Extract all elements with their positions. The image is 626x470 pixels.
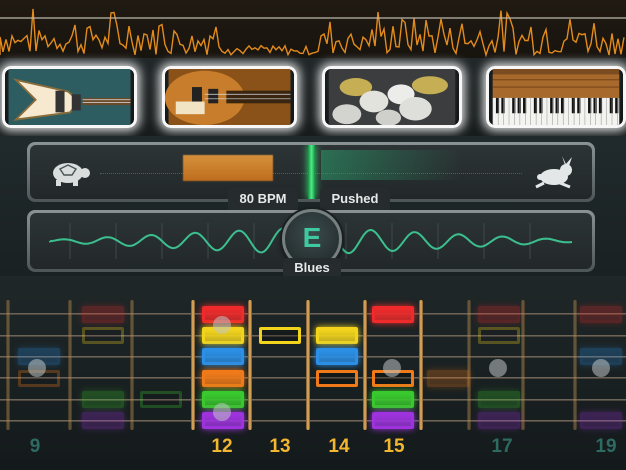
fret-bar-1: [6, 300, 10, 430]
bass-icon: [165, 69, 291, 125]
fret-marker-dot: [213, 403, 231, 421]
fret-note-purple[interactable]: [580, 412, 622, 429]
waveform-line: [0, 8, 625, 58]
string-4: [0, 377, 626, 379]
guitar-icon: [8, 69, 131, 125]
turtle-icon: [53, 163, 90, 186]
fret-note-orange[interactable]: [316, 370, 358, 387]
keyboard-icon: [492, 69, 620, 125]
fret-number-9: 9: [29, 436, 41, 457]
audio-waveform: [0, 0, 626, 60]
fret-bar-5: [248, 300, 252, 430]
fret-note-green[interactable]: [82, 391, 124, 408]
tempo-center-line: [308, 145, 315, 199]
fret-number-12: 12: [211, 436, 233, 457]
bass-tile[interactable]: [162, 66, 297, 128]
fret-bar-6: [306, 300, 310, 430]
fret-number-14: 14: [328, 436, 350, 457]
scale-label: Blues: [283, 258, 341, 278]
fret-marker-dot: [28, 359, 46, 377]
fret-note-yellow[interactable]: [82, 327, 124, 344]
fret-number-13: 13: [269, 436, 291, 457]
fret-bar-3: [130, 300, 134, 430]
keyboard-tile[interactable]: [486, 66, 626, 128]
fret-marker-dot: [383, 359, 401, 377]
fret-note-red[interactable]: [372, 306, 414, 323]
fret-marker-dot: [213, 316, 231, 334]
fret-marker-dot: [489, 359, 507, 377]
string-3: [0, 356, 626, 358]
fret-bar-9: [467, 300, 471, 430]
tempo-track[interactable]: [30, 145, 592, 199]
drums-icon: [328, 69, 456, 125]
fret-bar-8: [419, 300, 423, 430]
fret-note-purple[interactable]: [372, 412, 414, 429]
fret-note-orange[interactable]: [427, 370, 469, 387]
fret-bar-7: [363, 300, 367, 430]
fret-note-blue[interactable]: [202, 348, 244, 365]
fret-marker-dot: [592, 359, 610, 377]
fret-number-19: 19: [595, 436, 617, 457]
fret-number-17: 17: [491, 436, 513, 457]
guitar-tile[interactable]: [2, 66, 137, 128]
waveform-graphic: [0, 8, 626, 58]
fret-number-15: 15: [383, 436, 405, 457]
fret-bar-2: [68, 300, 72, 430]
fret-note-yellow[interactable]: [316, 327, 358, 344]
fret-note-red[interactable]: [82, 306, 124, 323]
fret-note-green[interactable]: [140, 391, 182, 408]
instrument-selector: [0, 58, 626, 136]
fret-note-purple[interactable]: [82, 412, 124, 429]
fret-note-blue[interactable]: [316, 348, 358, 365]
tempo-bpm-label: 80 BPM: [228, 188, 298, 210]
rabbit-icon: [535, 156, 572, 189]
drums-tile[interactable]: [322, 66, 462, 128]
fret-bar-4: [191, 300, 195, 430]
fret-note-green[interactable]: [372, 391, 414, 408]
fret-note-orange[interactable]: [202, 370, 244, 387]
fret-note-purple[interactable]: [478, 412, 520, 429]
fret-note-green[interactable]: [478, 391, 520, 408]
feel-indicator: [321, 150, 461, 180]
fret-bar-10: [521, 300, 525, 430]
tempo-indicator: [183, 155, 273, 181]
fret-note-yellow[interactable]: [259, 327, 301, 344]
fret-note-red[interactable]: [580, 306, 622, 323]
tempo-slider[interactable]: [27, 142, 595, 202]
fret-note-yellow[interactable]: [478, 327, 520, 344]
fret-note-red[interactable]: [478, 306, 520, 323]
feel-label: Pushed: [320, 188, 390, 210]
fret-bar-11: [573, 300, 577, 430]
